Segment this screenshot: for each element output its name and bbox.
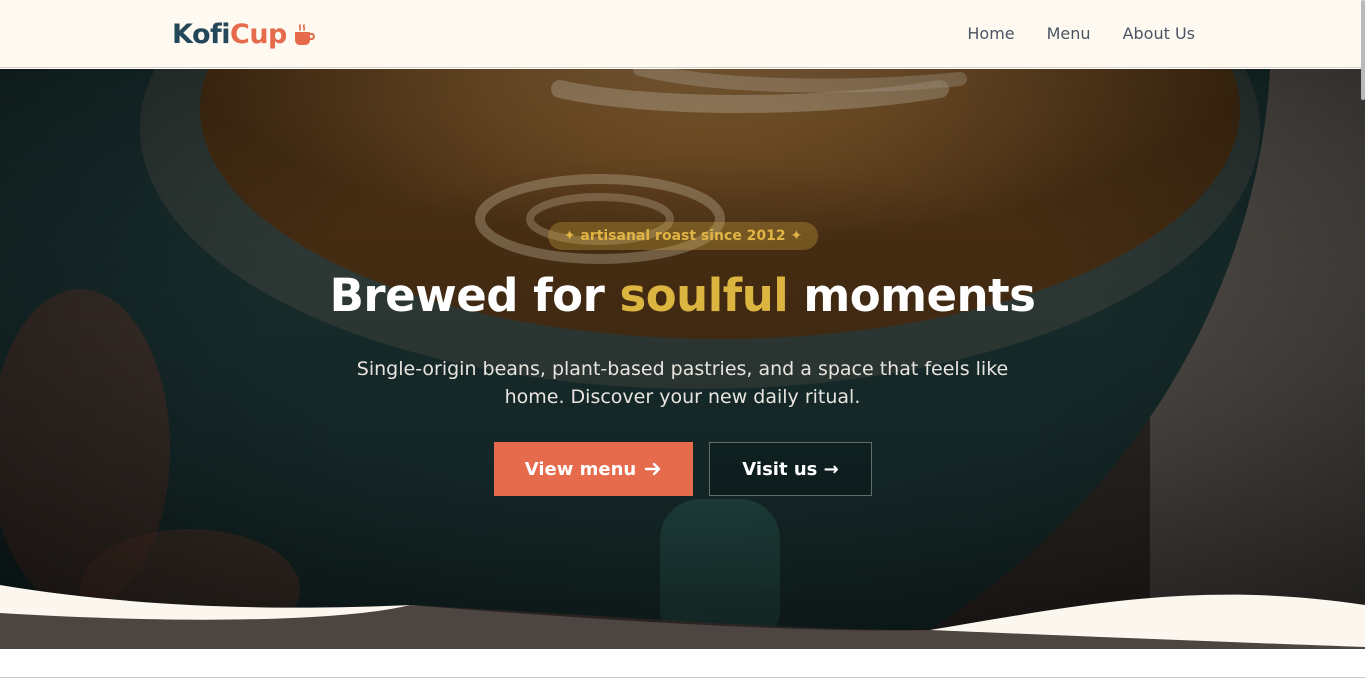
nav-link-about-us[interactable]: About Us [1123,24,1195,43]
brand-logo[interactable]: Kofi Cup [172,19,317,50]
hero-section: ✦ artisanal roast since 2012 ✦ Brewed fo… [0,69,1365,649]
hero-title-end: moments [803,269,1036,322]
hero-wave-divider [0,585,1365,649]
brand-name-part1: Kofi [172,19,231,50]
nav-link-menu[interactable]: Menu [1047,24,1091,43]
coffee-cup-icon [294,23,315,45]
navbar: Kofi Cup Home Menu About Us [0,0,1365,68]
view-menu-button[interactable]: View menu [494,442,693,496]
visit-us-button[interactable]: Visit us → [709,442,872,496]
next-section [0,649,1365,681]
hero-title-accent: soulful [619,269,789,322]
hero-title-start: Brewed for [329,269,605,322]
arrow-right-icon [645,462,661,476]
hero-title: Brewed for soulful moments [0,269,1365,322]
page-scrollbar[interactable] [1361,0,1365,100]
hero-subtitle: Single-origin beans, plant-based pastrie… [356,358,1009,408]
hero-badge: ✦ artisanal roast since 2012 ✦ [548,222,818,250]
main-nav: Home Menu About Us [967,24,1195,43]
section-divider [0,677,1365,678]
brand-name-part2: Cup [230,19,287,50]
nav-link-home[interactable]: Home [967,24,1014,43]
view-menu-label: View menu [524,458,637,480]
